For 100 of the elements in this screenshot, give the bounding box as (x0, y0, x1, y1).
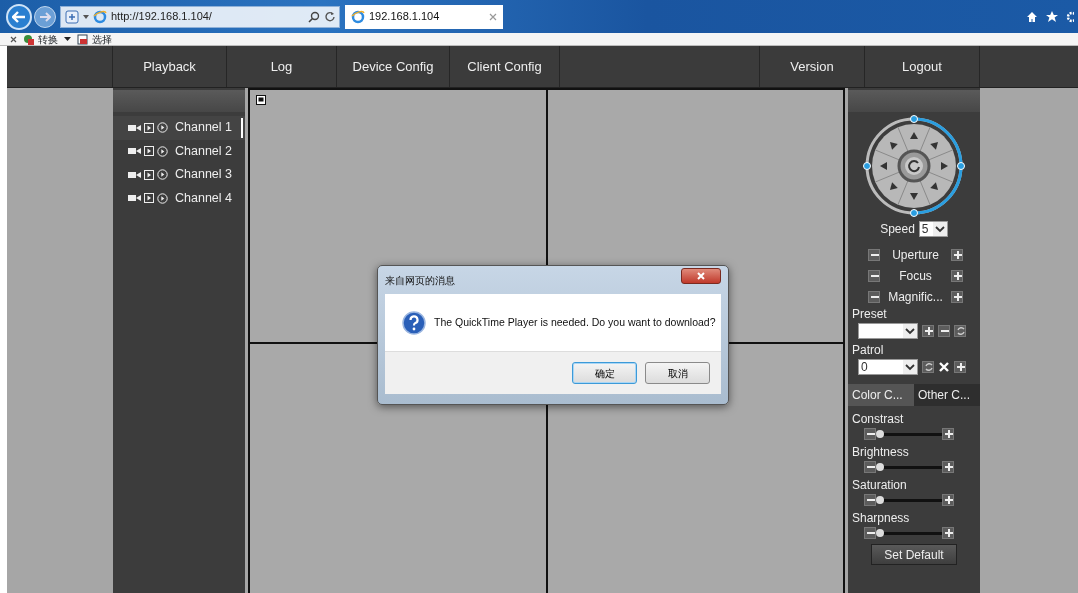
channel-item[interactable]: Channel 4 (113, 186, 245, 210)
play-square-icon[interactable] (144, 146, 154, 157)
address-bar[interactable]: http://192.168.1.104/ (60, 5, 340, 28)
dialog-button[interactable]: 取消 (645, 362, 710, 384)
channel-item[interactable]: Channel 2 (113, 139, 245, 163)
channel-item[interactable]: Channel 3 (113, 163, 245, 187)
minus-button[interactable] (868, 269, 880, 282)
set-default-button[interactable]: Set Default (871, 544, 957, 565)
minus-button[interactable] (938, 325, 950, 337)
toolbar-button[interactable]: 转换 (23, 31, 58, 47)
minus-button[interactable] (864, 527, 876, 539)
plus-icon (943, 494, 953, 506)
toolbar-button[interactable]: 选择 (77, 31, 112, 47)
camera-icon[interactable] (128, 170, 141, 179)
search-icon[interactable] (308, 10, 320, 23)
plus-icon (952, 248, 962, 261)
browser-tab[interactable]: 192.168.1.104 (345, 4, 503, 29)
plus-button[interactable] (951, 290, 963, 303)
forward-button[interactable] (34, 5, 56, 28)
close-icon[interactable] (489, 12, 497, 21)
plus-icon (952, 269, 962, 282)
dialog-title: 来自网页的消息 (385, 273, 456, 288)
patrol-label: Patrol (851, 343, 885, 358)
url-text: http://192.168.1.104/ (111, 9, 213, 25)
minus-button[interactable] (864, 494, 876, 506)
adjust-label: Magnific... (888, 288, 943, 306)
patrol-dropdown[interactable]: 0 (858, 359, 918, 375)
close-icon (697, 272, 705, 280)
plus-button[interactable] (951, 248, 963, 261)
plus-button[interactable] (942, 428, 954, 440)
nav-item[interactable]: Client Config (450, 46, 560, 87)
window-icon[interactable] (256, 95, 266, 105)
dialog-button[interactable]: 确定 (572, 362, 637, 384)
play-square-icon[interactable] (144, 169, 154, 180)
preset-dropdown[interactable] (858, 323, 918, 339)
adjust-label: Uperture (892, 246, 939, 264)
camera-icon[interactable] (128, 123, 141, 132)
home-icon[interactable] (1026, 10, 1038, 23)
panel-tab[interactable]: Color C... (848, 384, 914, 406)
minus-button[interactable] (868, 290, 880, 303)
plus-button[interactable] (922, 325, 934, 337)
play-circle-icon[interactable] (157, 169, 168, 181)
slider-thumb[interactable] (875, 528, 884, 537)
adjust-label: Focus (899, 267, 932, 285)
star-icon[interactable] (1046, 10, 1058, 23)
channel-item[interactable]: Channel 1 (113, 116, 245, 140)
play-circle-icon[interactable] (157, 145, 168, 157)
slider-track[interactable] (876, 432, 942, 436)
minus-button[interactable] (868, 248, 880, 261)
play-circle-icon[interactable] (157, 192, 168, 204)
refresh-icon (923, 361, 933, 373)
question-icon (402, 310, 426, 335)
plus-icon (955, 361, 965, 373)
dropdown-caret-icon[interactable] (64, 37, 71, 41)
slider-thumb[interactable] (875, 462, 884, 471)
plus-icon (923, 325, 933, 337)
nav-item[interactable]: Playback (113, 46, 227, 87)
nav-item[interactable]: Log (227, 46, 337, 87)
minus-button[interactable] (864, 461, 876, 473)
delete-icon[interactable] (938, 361, 950, 373)
plus-button[interactable] (942, 527, 954, 539)
refresh-icon[interactable] (324, 11, 335, 22)
forward-arrow-icon (39, 11, 51, 22)
slider-track[interactable] (876, 498, 942, 502)
speed-dropdown[interactable]: 5 (918, 221, 948, 237)
speed-label: Speed (880, 221, 915, 238)
slider-label: Sharpness (851, 511, 911, 526)
settings-icon[interactable] (1066, 10, 1074, 23)
back-button[interactable] (6, 3, 32, 30)
play-square-icon[interactable] (144, 193, 154, 204)
camera-icon[interactable] (128, 194, 141, 203)
plus-button[interactable] (951, 269, 963, 282)
browser-logo-icon (93, 9, 107, 24)
play-circle-icon[interactable] (157, 122, 168, 134)
panel-tab[interactable]: Other C... (914, 384, 980, 406)
slider-thumb[interactable] (875, 495, 884, 504)
caret-icon (83, 14, 89, 19)
slider-thumb[interactable] (875, 429, 884, 438)
nav-item[interactable]: Device Config (337, 46, 450, 87)
ptz-direction-control-drawing[interactable] (863, 115, 965, 217)
close-icon[interactable] (10, 35, 17, 43)
plus-button[interactable] (942, 461, 954, 473)
minus-button[interactable] (864, 428, 876, 440)
refresh-button[interactable] (922, 361, 934, 373)
globe-pdf-icon (23, 33, 34, 45)
plus-icon (952, 290, 962, 303)
nav-item[interactable]: Logout (865, 46, 980, 87)
refresh-button[interactable] (954, 325, 966, 337)
camera-icon[interactable] (128, 147, 141, 156)
browser-logo-icon (351, 9, 365, 24)
close-button[interactable] (681, 268, 721, 284)
play-square-icon[interactable] (144, 122, 154, 133)
chevron-icon (903, 360, 917, 374)
nav-item[interactable]: Version (760, 46, 865, 87)
slider-label: Saturation (851, 478, 908, 493)
slider-label: Constrast (851, 412, 905, 427)
plus-button[interactable] (954, 361, 966, 373)
slider-track[interactable] (876, 531, 942, 535)
slider-track[interactable] (876, 465, 942, 469)
plus-button[interactable] (942, 494, 954, 506)
